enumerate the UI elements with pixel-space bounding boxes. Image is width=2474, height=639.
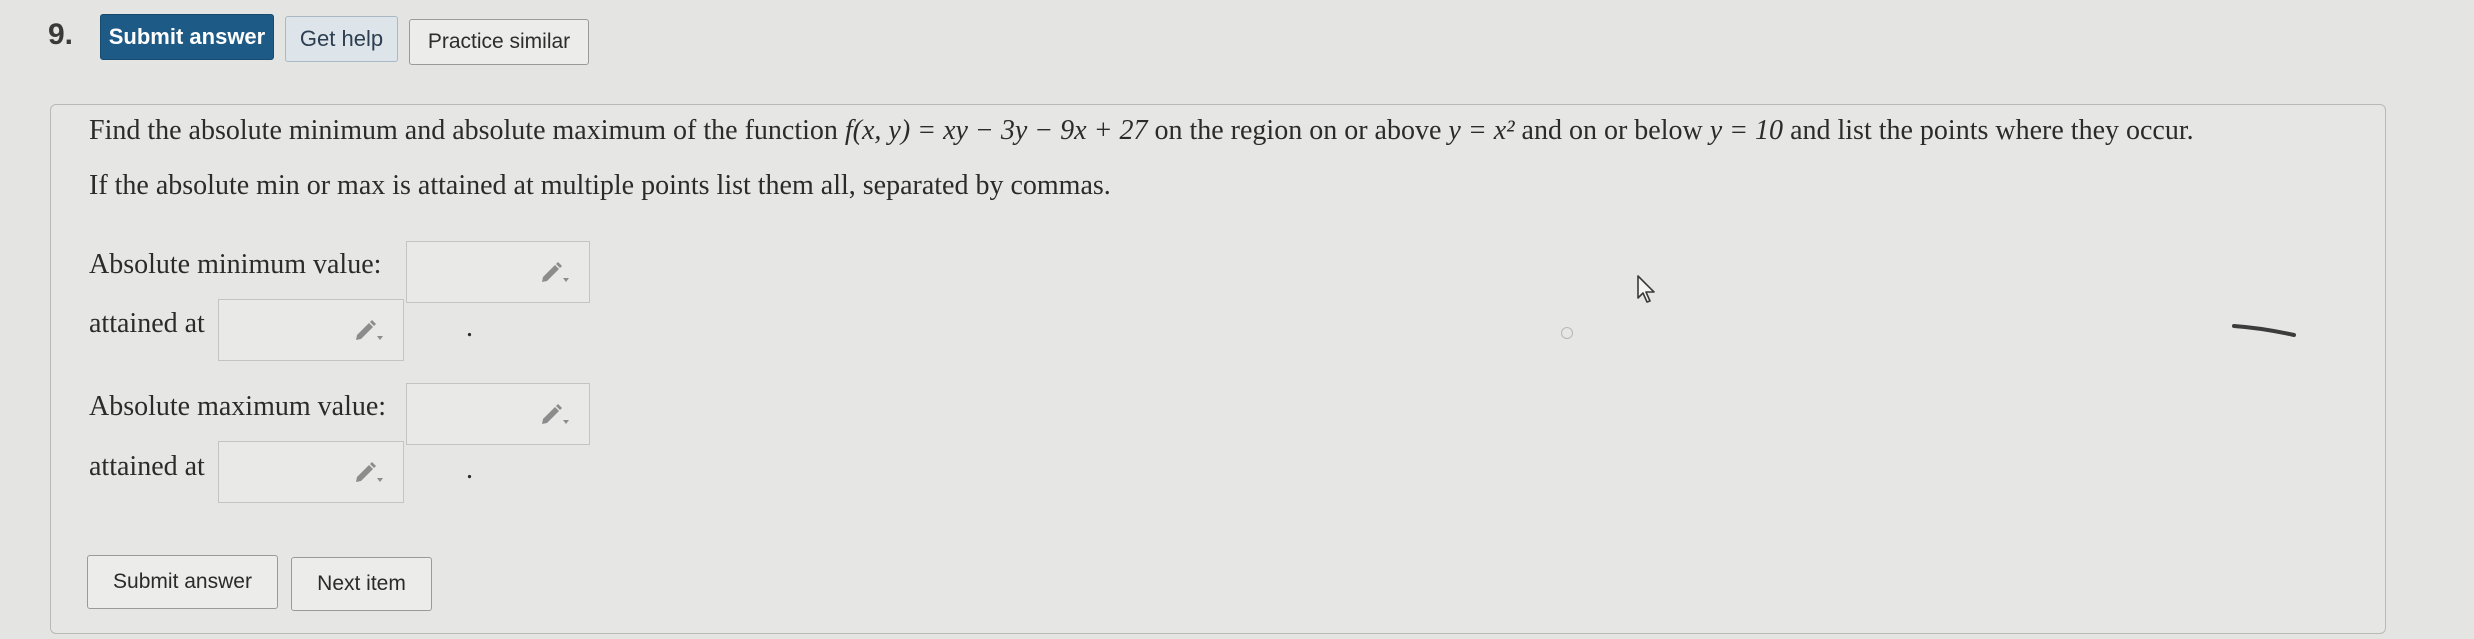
lower-boundary-curve: y = x² xyxy=(1448,115,1515,146)
mouse-pointer-icon xyxy=(1637,275,1655,303)
max-points-input[interactable] xyxy=(218,441,404,503)
prompt-text: Find the absolute minimum and absolute m… xyxy=(89,115,845,146)
upper-boundary-line: y = 10 xyxy=(1709,115,1784,146)
max-value-input[interactable] xyxy=(406,383,590,445)
submit-answer-button[interactable]: Submit answer xyxy=(100,14,274,60)
max-attained-label: attained at xyxy=(89,451,205,482)
prompt-text: and list the points where they occur. xyxy=(1783,115,2194,146)
min-period: . xyxy=(466,312,473,343)
min-value-label: Absolute minimum value: xyxy=(89,249,382,280)
small-circle-mark xyxy=(1561,327,1573,339)
pencil-icon[interactable] xyxy=(539,401,573,427)
question-prompt: Find the absolute minimum and absolute m… xyxy=(89,115,2194,147)
pencil-icon[interactable] xyxy=(353,459,387,485)
min-attained-label: attained at xyxy=(89,308,205,339)
prompt-text: on the region on or above xyxy=(1147,115,1449,146)
get-help-button[interactable]: Get help xyxy=(285,16,398,62)
max-value-label: Absolute maximum value: xyxy=(89,391,387,422)
question-instructions: If the absolute min or max is attained a… xyxy=(89,170,1111,201)
min-points-input[interactable] xyxy=(218,299,404,361)
practice-similar-button[interactable]: Practice similar xyxy=(409,19,589,65)
max-period: . xyxy=(466,454,473,485)
pencil-icon[interactable] xyxy=(539,259,573,285)
prompt-text: and on or below xyxy=(1514,115,1710,146)
function-expression: f(x, y) = xy − 3y − 9x + 27 xyxy=(844,115,1148,146)
submit-answer-button-bottom[interactable]: Submit answer xyxy=(87,555,278,609)
pencil-icon[interactable] xyxy=(353,317,387,343)
question-panel: Find the absolute minimum and absolute m… xyxy=(50,104,2386,634)
next-item-button[interactable]: Next item xyxy=(291,557,432,611)
min-value-input[interactable] xyxy=(406,241,590,303)
pen-stroke-mark xyxy=(2232,324,2296,337)
question-number: 9. xyxy=(48,18,74,51)
